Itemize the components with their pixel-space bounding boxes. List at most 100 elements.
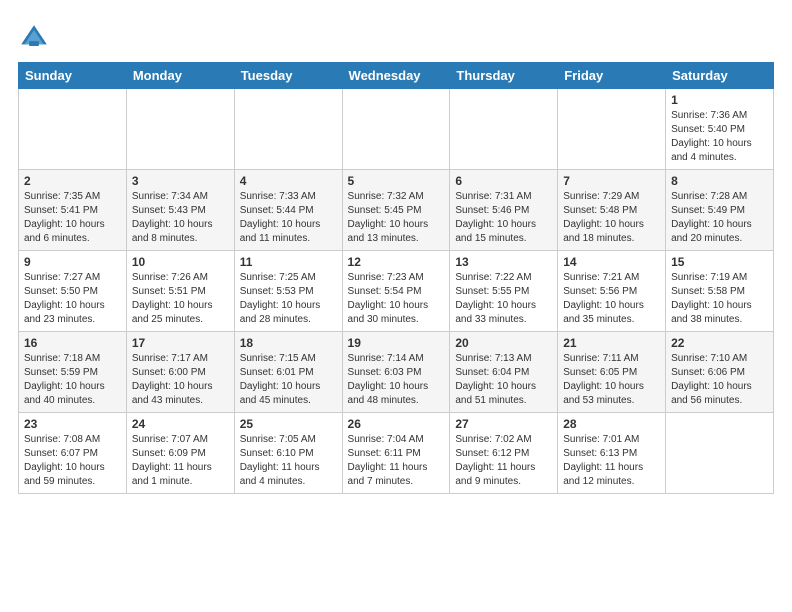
calendar-cell: 23 Sunrise: 7:08 AM Sunset: 6:07 PM Dayli… [19,413,127,494]
day-number: 3 [132,174,229,188]
calendar-cell: 27 Sunrise: 7:02 AM Sunset: 6:12 PM Dayli… [450,413,558,494]
calendar-week-row: 2 Sunrise: 7:35 AM Sunset: 5:41 PM Daylig… [19,170,774,251]
calendar-cell: 11 Sunrise: 7:25 AM Sunset: 5:53 PM Dayli… [234,251,342,332]
day-info: Sunrise: 7:18 AM Sunset: 5:59 PM Dayligh… [24,352,121,408]
calendar-day-header: Friday [558,63,666,89]
calendar-day-header: Wednesday [342,63,450,89]
day-info: Sunrise: 7:34 AM Sunset: 5:43 PM Dayligh… [132,190,229,246]
day-info: Sunrise: 7:33 AM Sunset: 5:44 PM Dayligh… [240,190,337,246]
calendar-cell [450,89,558,170]
day-number: 9 [24,255,121,269]
calendar-cell: 16 Sunrise: 7:18 AM Sunset: 5:59 PM Dayli… [19,332,127,413]
logo-icon [18,22,50,54]
calendar-week-row: 23 Sunrise: 7:08 AM Sunset: 6:07 PM Dayli… [19,413,774,494]
day-number: 28 [563,417,660,431]
page: SundayMondayTuesdayWednesdayThursdayFrid… [0,0,792,504]
day-number: 13 [455,255,552,269]
calendar-cell: 5 Sunrise: 7:32 AM Sunset: 5:45 PM Daylig… [342,170,450,251]
day-info: Sunrise: 7:11 AM Sunset: 6:05 PM Dayligh… [563,352,660,408]
calendar-day-header: Saturday [666,63,774,89]
day-info: Sunrise: 7:17 AM Sunset: 6:00 PM Dayligh… [132,352,229,408]
calendar-cell [666,413,774,494]
day-number: 12 [348,255,445,269]
calendar-cell: 15 Sunrise: 7:19 AM Sunset: 5:58 PM Dayli… [666,251,774,332]
day-number: 5 [348,174,445,188]
day-number: 18 [240,336,337,350]
day-info: Sunrise: 7:23 AM Sunset: 5:54 PM Dayligh… [348,271,445,327]
day-info: Sunrise: 7:01 AM Sunset: 6:13 PM Dayligh… [563,433,660,489]
calendar-cell: 13Sunrise: 7:22 AM Sunset: 5:55 PM Dayli… [450,251,558,332]
calendar-cell [234,89,342,170]
calendar-cell: 24 Sunrise: 7:07 AM Sunset: 6:09 PM Dayli… [126,413,234,494]
day-info: Sunrise: 7:25 AM Sunset: 5:53 PM Dayligh… [240,271,337,327]
day-info: Sunrise: 7:28 AM Sunset: 5:49 PM Dayligh… [671,190,768,246]
calendar-day-header: Thursday [450,63,558,89]
calendar-cell [19,89,127,170]
calendar-cell: 12 Sunrise: 7:23 AM Sunset: 5:54 PM Dayli… [342,251,450,332]
calendar-cell [342,89,450,170]
day-number: 10 [132,255,229,269]
day-info: Sunrise: 7:19 AM Sunset: 5:58 PM Dayligh… [671,271,768,327]
day-info: Sunrise: 7:10 AM Sunset: 6:06 PM Dayligh… [671,352,768,408]
day-number: 22 [671,336,768,350]
calendar-cell: 17 Sunrise: 7:17 AM Sunset: 6:00 PM Dayli… [126,332,234,413]
calendar-day-header: Monday [126,63,234,89]
calendar-week-row: 16 Sunrise: 7:18 AM Sunset: 5:59 PM Dayli… [19,332,774,413]
day-info: Sunrise: 7:05 AM Sunset: 6:10 PM Dayligh… [240,433,337,489]
day-number: 19 [348,336,445,350]
calendar-cell: 10 Sunrise: 7:26 AM Sunset: 5:51 PM Dayli… [126,251,234,332]
day-number: 2 [24,174,121,188]
day-info: Sunrise: 7:07 AM Sunset: 6:09 PM Dayligh… [132,433,229,489]
day-info: Sunrise: 7:29 AM Sunset: 5:48 PM Dayligh… [563,190,660,246]
calendar: SundayMondayTuesdayWednesdayThursdayFrid… [18,62,774,494]
day-number: 25 [240,417,337,431]
day-info: Sunrise: 7:04 AM Sunset: 6:11 PM Dayligh… [348,433,445,489]
calendar-header-row: SundayMondayTuesdayWednesdayThursdayFrid… [19,63,774,89]
day-info: Sunrise: 7:36 AM Sunset: 5:40 PM Dayligh… [671,109,768,165]
calendar-cell: 26 Sunrise: 7:04 AM Sunset: 6:11 PM Dayli… [342,413,450,494]
day-number: 24 [132,417,229,431]
calendar-cell: 9 Sunrise: 7:27 AM Sunset: 5:50 PM Daylig… [19,251,127,332]
day-number: 16 [24,336,121,350]
day-number: 8 [671,174,768,188]
calendar-week-row: 1Sunrise: 7:36 AM Sunset: 5:40 PM Daylig… [19,89,774,170]
day-number: 7 [563,174,660,188]
day-number: 11 [240,255,337,269]
day-info: Sunrise: 7:08 AM Sunset: 6:07 PM Dayligh… [24,433,121,489]
day-number: 17 [132,336,229,350]
calendar-cell: 22 Sunrise: 7:10 AM Sunset: 6:06 PM Dayli… [666,332,774,413]
logo [18,22,54,54]
day-number: 23 [24,417,121,431]
day-number: 20 [455,336,552,350]
calendar-cell: 25 Sunrise: 7:05 AM Sunset: 6:10 PM Dayli… [234,413,342,494]
day-info: Sunrise: 7:14 AM Sunset: 6:03 PM Dayligh… [348,352,445,408]
day-info: Sunrise: 7:15 AM Sunset: 6:01 PM Dayligh… [240,352,337,408]
calendar-cell: 19 Sunrise: 7:14 AM Sunset: 6:03 PM Dayli… [342,332,450,413]
calendar-cell: 7 Sunrise: 7:29 AM Sunset: 5:48 PM Daylig… [558,170,666,251]
calendar-cell [126,89,234,170]
calendar-cell: 8 Sunrise: 7:28 AM Sunset: 5:49 PM Daylig… [666,170,774,251]
calendar-cell: 4 Sunrise: 7:33 AM Sunset: 5:44 PM Daylig… [234,170,342,251]
day-number: 26 [348,417,445,431]
day-number: 27 [455,417,552,431]
header [18,18,774,54]
calendar-cell: 14Sunrise: 7:21 AM Sunset: 5:56 PM Dayli… [558,251,666,332]
calendar-day-header: Tuesday [234,63,342,89]
day-info: Sunrise: 7:02 AM Sunset: 6:12 PM Dayligh… [455,433,552,489]
calendar-week-row: 9 Sunrise: 7:27 AM Sunset: 5:50 PM Daylig… [19,251,774,332]
calendar-cell [558,89,666,170]
day-info: Sunrise: 7:31 AM Sunset: 5:46 PM Dayligh… [455,190,552,246]
day-number: 4 [240,174,337,188]
day-info: Sunrise: 7:13 AM Sunset: 6:04 PM Dayligh… [455,352,552,408]
day-number: 15 [671,255,768,269]
calendar-cell: 28 Sunrise: 7:01 AM Sunset: 6:13 PM Dayli… [558,413,666,494]
calendar-cell: 1Sunrise: 7:36 AM Sunset: 5:40 PM Daylig… [666,89,774,170]
calendar-cell: 18 Sunrise: 7:15 AM Sunset: 6:01 PM Dayli… [234,332,342,413]
day-info: Sunrise: 7:26 AM Sunset: 5:51 PM Dayligh… [132,271,229,327]
calendar-cell: 21 Sunrise: 7:11 AM Sunset: 6:05 PM Dayli… [558,332,666,413]
day-number: 21 [563,336,660,350]
day-info: Sunrise: 7:32 AM Sunset: 5:45 PM Dayligh… [348,190,445,246]
day-info: Sunrise: 7:35 AM Sunset: 5:41 PM Dayligh… [24,190,121,246]
day-info: Sunrise: 7:21 AM Sunset: 5:56 PM Dayligh… [563,271,660,327]
day-info: Sunrise: 7:27 AM Sunset: 5:50 PM Dayligh… [24,271,121,327]
